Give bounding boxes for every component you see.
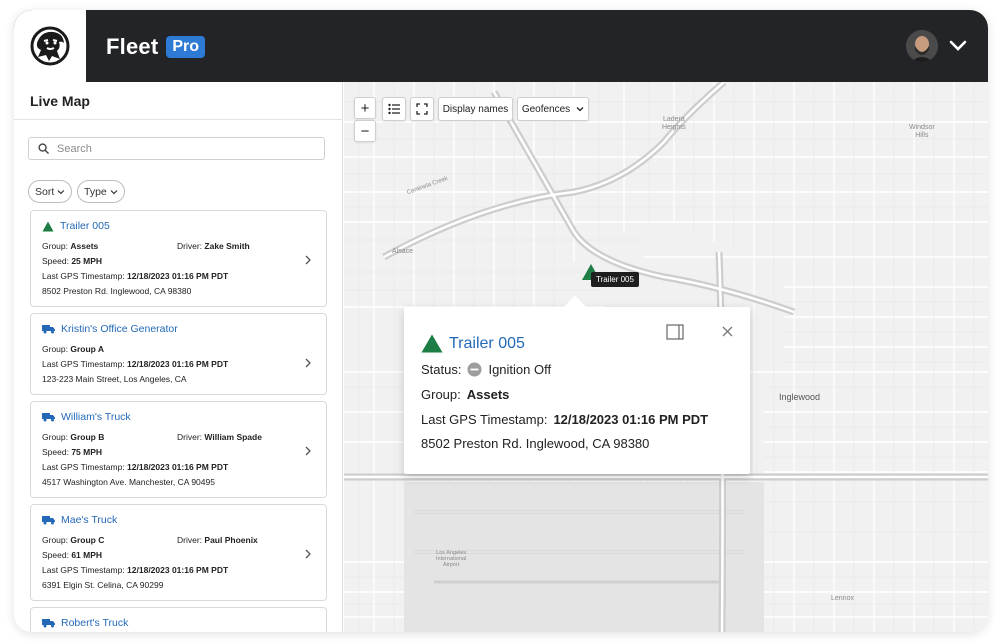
user-avatar-icon <box>906 30 938 62</box>
brand: Fleet Pro <box>106 34 206 60</box>
search-icon <box>38 143 49 154</box>
page-title: Live Map <box>30 93 90 109</box>
asset-name[interactable]: Kristin's Office Generator <box>42 323 178 335</box>
place-label: Inglewood <box>779 392 821 402</box>
speed-line: Speed: 75 MPH <box>42 447 103 457</box>
timestamp-line: Last GPS Timestamp: 12/18/2023 01:16 PM … <box>42 271 229 281</box>
place-label: Ladera Heights <box>662 116 686 131</box>
display-names-button[interactable]: Display names <box>438 97 513 121</box>
timestamp-line: Last GPS Timestamp: 12/18/2023 01:16 PM … <box>42 359 229 369</box>
asset-popup: Trailer 005 Status: Ignition Off Group: A… <box>404 295 750 474</box>
driver-line: Driver: William Spade <box>177 432 262 442</box>
address-line: 123-223 Main Street, Los Angeles, CA <box>42 374 187 384</box>
status-line: Status: Ignition Off <box>421 362 552 377</box>
timestamp-line: Last GPS Timestamp: 12/18/2023 01:16 PM P… <box>421 412 709 427</box>
sidebar: Live Map Sort Type Trailer 005 Group: As… <box>14 82 343 632</box>
asset-title: Kristin's Office Generator <box>61 323 178 335</box>
truck-icon <box>42 516 55 525</box>
live-map[interactable]: Ladera Heights Windsor Hills Alsace Ingl… <box>344 82 988 632</box>
place-label: Los Angeles International Airport <box>436 550 467 568</box>
avatar[interactable] <box>906 30 938 62</box>
asset-card[interactable]: Trailer 005 Group: Assets Driver: Zake S… <box>30 210 327 307</box>
ignition-off-icon <box>467 362 482 377</box>
app-window: Fleet Pro Live Map Sort <box>14 10 988 632</box>
truck-icon <box>42 325 55 334</box>
address-line: 8502 Preston Rd. Inglewood, CA 98380 <box>42 286 192 296</box>
popup-asset-name: Trailer 005 <box>449 334 525 352</box>
zoom-in-button[interactable]: + <box>354 97 376 119</box>
group-line: Group: Group A <box>42 344 105 354</box>
top-bar: Fleet Pro <box>14 10 988 82</box>
driver-line: Driver: Paul Phoenix <box>177 535 258 545</box>
group-line: Group: Group B <box>42 432 105 442</box>
asset-title: William's Truck <box>61 411 131 423</box>
marker-tooltip: Trailer 005 <box>591 272 639 287</box>
list-view-button[interactable] <box>382 97 406 121</box>
search-input[interactable] <box>57 142 297 155</box>
asset-title: Trailer 005 <box>60 220 110 232</box>
window-icon[interactable] <box>666 324 684 340</box>
address-line: 4517 Washington Ave. Manchester, CA 9049… <box>42 477 215 487</box>
group-line: Group: Group C <box>42 535 105 545</box>
truck-icon <box>42 413 55 422</box>
brand-logo[interactable] <box>14 10 86 82</box>
popup-title[interactable]: Trailer 005 <box>421 334 525 353</box>
chevron-right-icon[interactable] <box>304 358 312 368</box>
geofences-label: Geofences <box>521 103 571 115</box>
group-line: Group: Assets <box>42 241 99 251</box>
chevron-right-icon[interactable] <box>304 446 312 456</box>
timestamp-line: Last GPS Timestamp: 12/18/2023 01:16 PM … <box>42 565 229 575</box>
asset-card[interactable]: Kristin's Office Generator Group: Group … <box>30 313 327 395</box>
asset-name[interactable]: Trailer 005 <box>42 220 110 232</box>
chevron-down-icon[interactable] <box>948 38 968 54</box>
chevron-right-icon[interactable] <box>304 255 312 265</box>
asset-card[interactable]: Robert's Truck <box>30 607 327 632</box>
address-line: 6391 Elgin St. Celina, CA 90299 <box>42 580 164 590</box>
lion-logo-icon <box>30 26 70 66</box>
trailer-icon <box>42 221 54 231</box>
asset-name[interactable]: Mae's Truck <box>42 514 117 526</box>
place-label: Lennox <box>831 595 854 602</box>
close-icon[interactable] <box>722 326 733 337</box>
trailer-icon <box>421 334 443 353</box>
expand-icon <box>416 103 428 115</box>
place-label: Windsor Hills <box>909 124 935 139</box>
driver-line: Driver: Zake Smith <box>177 241 250 251</box>
asset-title: Robert's Truck <box>61 617 129 629</box>
sort-button[interactable]: Sort <box>28 180 72 203</box>
chevron-down-icon <box>57 189 65 194</box>
fullscreen-button[interactable] <box>410 97 434 121</box>
list-icon <box>387 103 400 115</box>
truck-icon <box>42 619 55 628</box>
address-line: 8502 Preston Rd. Inglewood, CA 98380 <box>421 436 650 451</box>
type-label: Type <box>84 185 107 198</box>
asset-name[interactable]: Robert's Truck <box>42 617 128 629</box>
speed-line: Speed: 25 MPH <box>42 256 103 266</box>
search-box[interactable] <box>28 137 325 160</box>
chevron-right-icon[interactable] <box>304 549 312 559</box>
speed-line: Speed: 61 MPH <box>42 550 103 560</box>
type-button[interactable]: Type <box>77 180 125 203</box>
zoom-out-button[interactable]: − <box>354 120 376 142</box>
group-line: Group: Assets <box>421 387 510 402</box>
app-name: Fleet <box>106 34 159 59</box>
divider <box>14 119 343 120</box>
pro-badge: Pro <box>166 36 206 58</box>
asset-card[interactable]: Mae's Truck Group: Group C Driver: Paul … <box>30 504 327 601</box>
asset-card[interactable]: William's Truck Group: Group B Driver: W… <box>30 401 327 498</box>
chevron-down-icon <box>576 107 584 112</box>
sort-label: Sort <box>35 185 55 198</box>
geofences-dropdown[interactable]: Geofences <box>517 97 589 121</box>
asset-name[interactable]: William's Truck <box>42 411 131 423</box>
timestamp-line: Last GPS Timestamp: 12/18/2023 01:16 PM … <box>42 462 229 472</box>
chevron-down-icon <box>110 189 118 194</box>
place-label: Alsace <box>392 248 414 255</box>
asset-title: Mae's Truck <box>61 514 118 526</box>
